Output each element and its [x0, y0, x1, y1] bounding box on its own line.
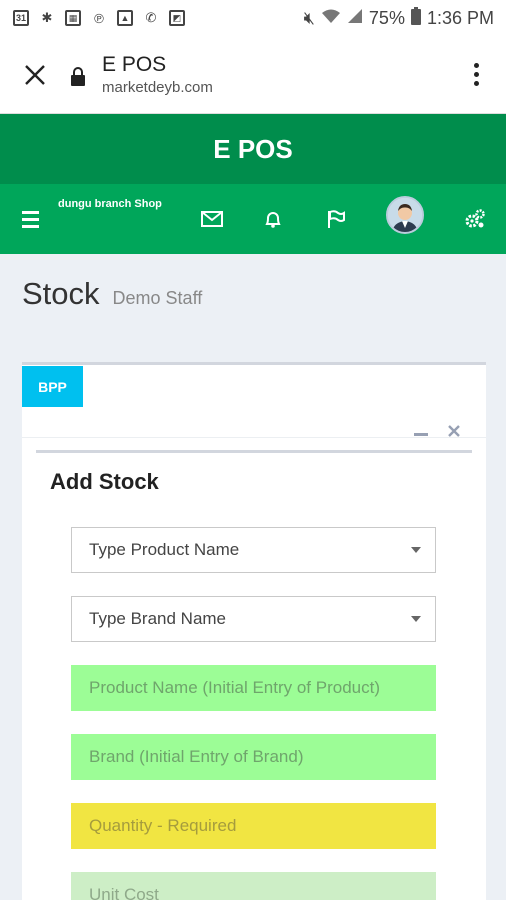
brand-name-select-value: Type Brand Name [89, 609, 227, 628]
close-box-icon[interactable] [448, 424, 460, 442]
gallery-icon: ▲ [116, 9, 134, 27]
gears-icon[interactable] [462, 206, 488, 232]
chevron-down-icon [411, 616, 421, 622]
product-name-placeholder: Product Name (Initial Entry of Product) [89, 678, 381, 697]
calendar-icon: 31 [12, 9, 30, 27]
battery-icon [410, 6, 421, 30]
page-tab-title: E POS [102, 52, 167, 76]
app-title: E POS [0, 114, 506, 184]
unit-cost-placeholder: Unit Cost [89, 885, 159, 900]
url-block[interactable]: E POS marketdeyb.com [102, 52, 446, 98]
product-name-field[interactable]: Product Name (Initial Entry of Product) [71, 665, 436, 711]
navbar: dungu branch Shop [0, 184, 506, 254]
wifi-icon [321, 8, 341, 29]
quantity-placeholder: Quantity - Required [89, 816, 237, 835]
signal-icon [347, 8, 363, 29]
battery-percent: 75% [368, 7, 405, 28]
browser-toolbar: E POS marketdeyb.com [0, 36, 506, 114]
url-domain: marketdeyb.com [102, 78, 213, 96]
add-stock-title: Add Stock [50, 469, 159, 494]
minimize-icon[interactable] [414, 424, 428, 442]
pinterest-icon: ℗ [94, 10, 104, 26]
more-options-icon[interactable] [446, 36, 506, 114]
notification-icons: 31 ✱ ▦ ℗ ▲ ✆ ◩ [12, 9, 186, 27]
product-name-select[interactable]: Type Product Name [71, 527, 436, 573]
lock-icon [70, 64, 88, 86]
quantity-field[interactable]: Quantity - Required [71, 803, 436, 849]
close-icon[interactable] [0, 36, 70, 114]
page-title: Stock [22, 276, 100, 311]
chevron-down-icon [411, 547, 421, 553]
avatar[interactable] [386, 196, 424, 234]
bell-icon[interactable] [260, 206, 286, 232]
menu-icon[interactable] [0, 184, 60, 254]
flipboard-icon: ◩ [168, 9, 186, 27]
bpp-badge[interactable]: BPP [22, 366, 83, 407]
brand-name-select[interactable]: Type Brand Name [71, 596, 436, 642]
clock: 1:36 PM [426, 7, 494, 28]
brand-field[interactable]: Brand (Initial Entry of Brand) [71, 734, 436, 780]
page-header: Stock Demo Staff [22, 276, 202, 312]
shop-name: dungu branch Shop [58, 198, 162, 210]
status-bar: 31 ✱ ▦ ℗ ▲ ✆ ◩ 🔇︎ 75% 1:36 PM [0, 0, 506, 36]
mute-icon: 🔇︎ [303, 7, 315, 28]
brand-placeholder: Brand (Initial Entry of Brand) [89, 747, 304, 766]
slack-icon: ✱ [41, 10, 53, 25]
page-subtitle: Demo Staff [112, 288, 203, 308]
unit-cost-field[interactable]: Unit Cost [71, 872, 436, 900]
product-name-select-value: Type Product Name [89, 540, 240, 559]
box-tools [414, 424, 460, 442]
envelope-icon[interactable] [199, 206, 225, 232]
flag-icon[interactable] [323, 206, 349, 232]
whatsapp-icon: ✆ [145, 10, 157, 25]
calendar-grid-icon: ▦ [64, 9, 82, 27]
